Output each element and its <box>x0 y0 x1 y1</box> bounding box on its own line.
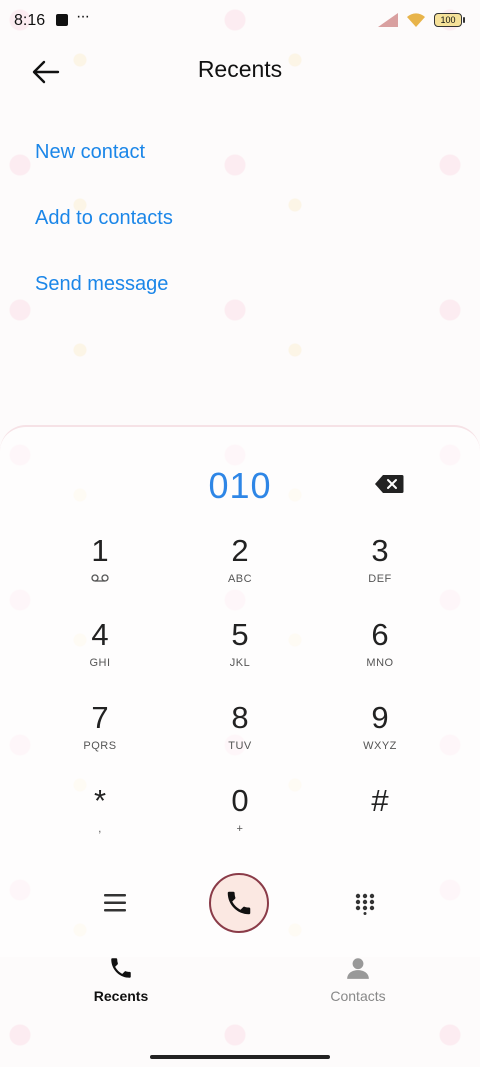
wifi-icon <box>407 13 425 27</box>
key-digit: 6 <box>371 617 389 652</box>
nav-contacts[interactable]: Contacts <box>288 955 428 1015</box>
key-digit: * <box>93 783 107 818</box>
person-icon <box>347 958 369 979</box>
key-digit: 8 <box>231 700 249 735</box>
key-star[interactable]: * , <box>30 783 170 861</box>
key-6[interactable]: 6 MNO <box>310 617 450 695</box>
header: Recents <box>0 48 480 94</box>
new-contact-link[interactable]: New contact <box>35 141 145 164</box>
phone-icon <box>111 958 131 978</box>
dialed-number: 010 <box>208 465 272 506</box>
key-letters: ABC <box>227 573 253 585</box>
key-digit: 2 <box>231 533 249 568</box>
key-0[interactable]: 0 + <box>170 783 310 861</box>
voicemail-icon <box>91 574 109 582</box>
key-letters: JKL <box>229 657 251 669</box>
backspace-icon[interactable] <box>374 474 404 494</box>
key-7[interactable]: 7 PQRS <box>30 700 170 778</box>
nav-contacts-label: Contacts <box>330 988 386 1004</box>
key-digit: # <box>371 783 389 818</box>
phone-icon <box>227 891 251 915</box>
key-digit: 1 <box>91 533 109 568</box>
key-letters: DEF <box>368 573 392 585</box>
key-1[interactable]: 1 <box>30 533 170 611</box>
key-digit: 0 <box>231 783 249 818</box>
key-4[interactable]: 4 GHI <box>30 617 170 695</box>
nav-recents[interactable]: Recents <box>51 955 191 1015</box>
key-digit: 9 <box>371 700 389 735</box>
key-letters: TUV <box>228 740 252 752</box>
key-letters: , <box>98 823 102 835</box>
page-title: Recents <box>197 56 283 82</box>
nav-recents-label: Recents <box>93 988 149 1004</box>
status-time: 8:16 <box>14 12 46 29</box>
key-2[interactable]: 2 ABC <box>170 533 310 611</box>
home-indicator[interactable] <box>150 1055 330 1059</box>
key-5[interactable]: 5 JKL <box>170 617 310 695</box>
dialpad-icon[interactable] <box>355 893 375 915</box>
battery-icon: 100 <box>434 13 465 27</box>
key-digit: 4 <box>91 617 109 652</box>
send-message-link[interactable]: Send message <box>35 273 168 296</box>
menu-icon[interactable] <box>104 893 126 913</box>
key-letters: PQRS <box>83 740 117 752</box>
key-hash[interactable]: # <box>310 783 450 861</box>
status-bar: 8:16 ··· 100 <box>0 0 480 40</box>
key-letters: + <box>236 823 244 835</box>
key-8[interactable]: 8 TUV <box>170 700 310 778</box>
status-icons: 100 <box>378 12 465 28</box>
add-to-contacts-link[interactable]: Add to contacts <box>35 207 173 230</box>
key-digit: 7 <box>91 700 109 735</box>
notification-icon <box>56 14 68 26</box>
key-letters: WXYZ <box>363 740 397 752</box>
key-digit: 3 <box>371 533 389 568</box>
key-3[interactable]: 3 DEF <box>310 533 450 611</box>
call-button[interactable] <box>209 873 269 933</box>
more-notifications-icon: ··· <box>76 8 90 25</box>
key-9[interactable]: 9 WXYZ <box>310 700 450 778</box>
key-digit: 5 <box>231 617 249 652</box>
signal-icon <box>378 13 398 27</box>
key-letters: GHI <box>89 657 111 669</box>
key-letters: MNO <box>366 657 394 669</box>
